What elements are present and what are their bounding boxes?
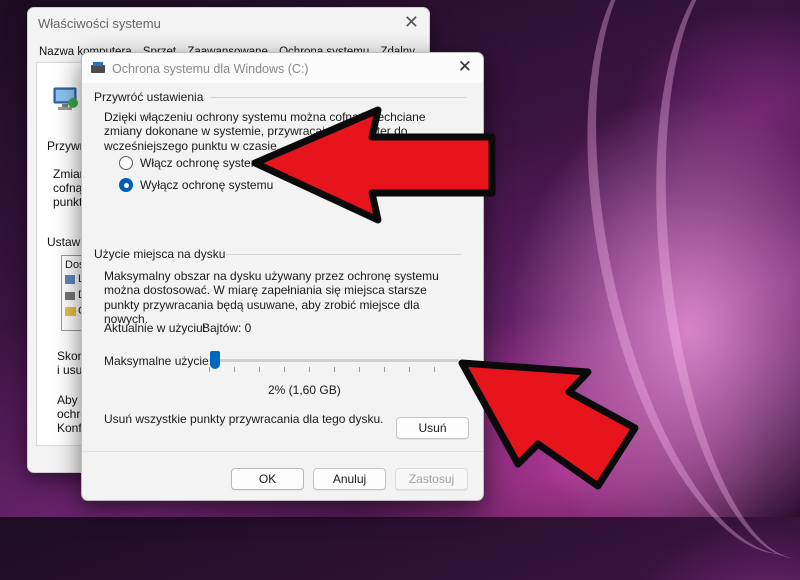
footer-divider [82,451,483,452]
radio-circle [119,156,133,170]
disk-usage-description: Maksymalny obszar na dysku używany przez… [104,269,439,326]
section-label: Przywr [47,139,84,153]
window-title: Właściwości systemu [38,16,161,31]
group-divider [210,97,466,98]
ok-button[interactable]: OK [231,468,304,490]
folder-icon [65,307,76,316]
radio-label: Wyłącz ochronę systemu [140,178,274,192]
radio-circle-selected [119,178,133,192]
disable-protection-radio[interactable]: Wyłącz ochronę systemu [119,177,273,193]
restore-description: Dzięki włączeniu ochrony systemu można c… [104,110,426,153]
slider-track [209,359,459,362]
enable-protection-radio[interactable]: Włącz ochronę systemu [119,155,267,171]
dialog-title: Ochrona systemu dla Windows (C:) [112,62,309,76]
delete-points-description: Usuń wszystkie punkty przywracania dla t… [104,412,384,426]
current-usage-label: Aktualnie w użyciu: [104,321,207,335]
apply-button[interactable]: Zastosuj [395,468,468,490]
restore-settings-heading: Przywróć ustawienia [94,90,204,104]
slider-ticks [209,367,459,372]
cancel-button[interactable]: Anuluj [313,468,386,490]
drive-icon [91,62,105,73]
system-protection-dialog: Ochrona systemu dla Windows (C:) ✕ Przyw… [81,52,484,501]
computer-icon [53,87,78,110]
group-divider [226,254,461,255]
max-usage-slider[interactable] [209,351,459,375]
max-usage-value: 2% (1,60 GB) [268,383,341,397]
slider-thumb[interactable] [210,351,220,369]
disk-usage-heading: Użycie miejsca na dysku [94,247,226,261]
max-usage-label: Maksymalne użycie: [104,354,213,368]
close-icon[interactable]: ✕ [404,12,419,33]
title-bar: Ochrona systemu dla Windows (C:) ✕ [82,53,483,83]
current-usage-value: Bajtów: 0 [202,321,252,335]
drive-icon [65,292,75,300]
radio-label: Włącz ochronę systemu [140,156,268,170]
delete-button[interactable]: Usuń [396,417,469,439]
arrow-pointing-slider [458,359,639,490]
close-icon[interactable]: ✕ [458,58,472,76]
drive-icon [65,275,75,284]
